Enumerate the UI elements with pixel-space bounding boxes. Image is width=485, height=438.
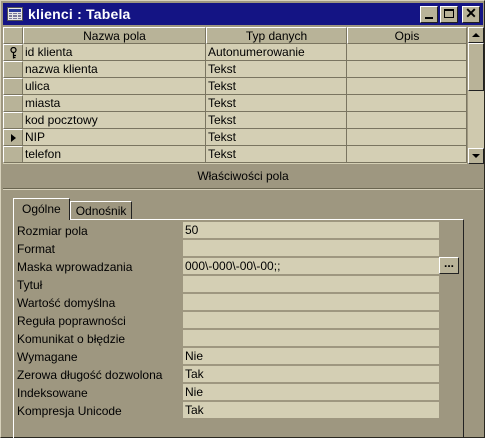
field-grid: Nazwa pola Typ danych Opis id klienta Au… (3, 27, 467, 164)
field-name-cell[interactable]: kod pocztowy (23, 112, 206, 129)
property-label: Indeksowane (17, 385, 88, 400)
field-name-cell[interactable]: NIP (23, 129, 206, 146)
description-cell[interactable] (347, 78, 467, 95)
column-header-data-type[interactable]: Typ danych (206, 27, 347, 44)
required-input[interactable]: Nie (183, 348, 439, 364)
property-row: Wymagane Nie (17, 348, 439, 365)
property-row: Rozmiar pola 50 (17, 222, 439, 239)
data-type-cell[interactable]: Tekst (206, 146, 347, 163)
properties-tabs: Ogólne Odnośnik (13, 198, 133, 220)
row-selector[interactable] (3, 78, 23, 95)
unicode-compression-input[interactable]: Tak (183, 402, 439, 418)
window-title: klienci : Tabela (28, 6, 131, 22)
scroll-up-button[interactable] (468, 27, 484, 43)
table-row[interactable]: id klienta Autonumerowanie (3, 44, 467, 61)
property-label: Kompresja Unicode (17, 403, 122, 418)
close-button[interactable]: ✕ (462, 4, 480, 23)
field-size-input[interactable]: 50 (183, 222, 439, 238)
row-selector[interactable] (3, 61, 23, 78)
primary-key-icon (10, 47, 17, 59)
default-value-input[interactable] (183, 294, 439, 310)
property-label: Format (17, 241, 56, 256)
table-row[interactable]: ulica Tekst (3, 78, 467, 95)
data-type-cell[interactable]: Tekst (206, 78, 347, 95)
property-row: Format (17, 240, 439, 257)
property-label: Zerowa długość dozwolona (17, 367, 163, 382)
field-name-cell[interactable]: telefon (23, 146, 206, 163)
allow-zero-length-input[interactable]: Tak (183, 366, 439, 382)
grid-header: Nazwa pola Typ danych Opis (3, 27, 467, 44)
description-cell[interactable] (347, 61, 467, 78)
description-cell[interactable] (347, 129, 467, 146)
data-type-cell[interactable]: Tekst (206, 129, 347, 146)
field-name-cell[interactable]: miasta (23, 95, 206, 112)
property-label: Komunikat o błędzie (17, 331, 126, 346)
data-type-cell[interactable]: Tekst (206, 61, 347, 78)
property-row: Indeksowane Nie (17, 384, 439, 401)
row-selector[interactable] (3, 129, 23, 146)
close-icon: ✕ (465, 4, 477, 21)
column-header-field-name[interactable]: Nazwa pola (23, 27, 206, 44)
data-type-cell[interactable]: Autonumerowanie (206, 44, 347, 61)
table-row[interactable]: telefon Tekst (3, 146, 467, 163)
scroll-down-button[interactable] (468, 148, 484, 164)
property-label: Maska wprowadzania (17, 259, 133, 274)
table-design-window: klienci : Tabela ✕ Nazwa pola Typ danych… (0, 0, 485, 438)
description-cell[interactable] (347, 112, 467, 129)
property-label: Reguła poprawności (17, 313, 126, 328)
property-row: Reguła poprawności (17, 312, 439, 329)
input-mask-builder-button[interactable]: ... (439, 257, 459, 274)
tab-lookup[interactable]: Odnośnik (69, 201, 133, 220)
table-row[interactable]: kod pocztowy Tekst (3, 112, 467, 129)
caption-input[interactable] (183, 276, 439, 292)
section-divider (3, 188, 483, 190)
property-row: Komunikat o błędzie (17, 330, 439, 347)
title-bar[interactable]: klienci : Tabela ✕ (3, 3, 483, 25)
row-selector[interactable] (3, 146, 23, 163)
validation-text-input[interactable] (183, 330, 439, 346)
field-name-cell[interactable]: id klienta (23, 44, 206, 61)
select-all-corner[interactable] (3, 27, 23, 44)
table-row[interactable]: NIP Tekst (3, 129, 467, 146)
minimize-button[interactable] (420, 5, 438, 23)
scroll-thumb[interactable] (468, 43, 484, 91)
table-row[interactable]: miasta Tekst (3, 95, 467, 112)
property-label: Wartość domyślna (17, 295, 116, 310)
input-mask-input[interactable]: 000\-000\-00\-00;; (183, 258, 439, 274)
row-selector[interactable] (3, 112, 23, 129)
description-cell[interactable] (347, 146, 467, 163)
table-row[interactable]: nazwa klienta Tekst (3, 61, 467, 78)
current-row-arrow-icon (11, 134, 16, 142)
validation-rule-input[interactable] (183, 312, 439, 328)
row-selector[interactable] (3, 44, 23, 61)
property-row: Wartość domyślna (17, 294, 439, 311)
property-row: Tytuł (17, 276, 439, 293)
vertical-scrollbar[interactable] (468, 27, 484, 164)
arrow-up-icon (472, 33, 480, 37)
description-cell[interactable] (347, 95, 467, 112)
field-name-cell[interactable]: nazwa klienta (23, 61, 206, 78)
property-row: Kompresja Unicode Tak (17, 402, 439, 419)
table-icon (7, 7, 23, 21)
field-properties-title: Właściwości pola (197, 169, 289, 183)
tab-general[interactable]: Ogólne (13, 198, 70, 220)
property-label: Tytuł (17, 277, 43, 292)
field-name-cell[interactable]: ulica (23, 78, 206, 95)
minimize-icon (425, 16, 433, 19)
property-row: Maska wprowadzania 000\-000\-00\-00;; ..… (17, 257, 459, 275)
column-header-description[interactable]: Opis (347, 27, 467, 44)
maximize-button[interactable] (440, 5, 458, 23)
property-label: Wymagane (17, 349, 78, 364)
property-label: Rozmiar pola (17, 223, 88, 238)
indexed-input[interactable]: Nie (183, 384, 439, 400)
maximize-icon (444, 8, 454, 18)
row-selector[interactable] (3, 95, 23, 112)
data-type-cell[interactable]: Tekst (206, 95, 347, 112)
description-cell[interactable] (347, 44, 467, 61)
property-row: Zerowa długość dozwolona Tak (17, 366, 439, 383)
arrow-down-icon (472, 154, 480, 158)
data-type-cell[interactable]: Tekst (206, 112, 347, 129)
format-input[interactable] (183, 240, 439, 256)
